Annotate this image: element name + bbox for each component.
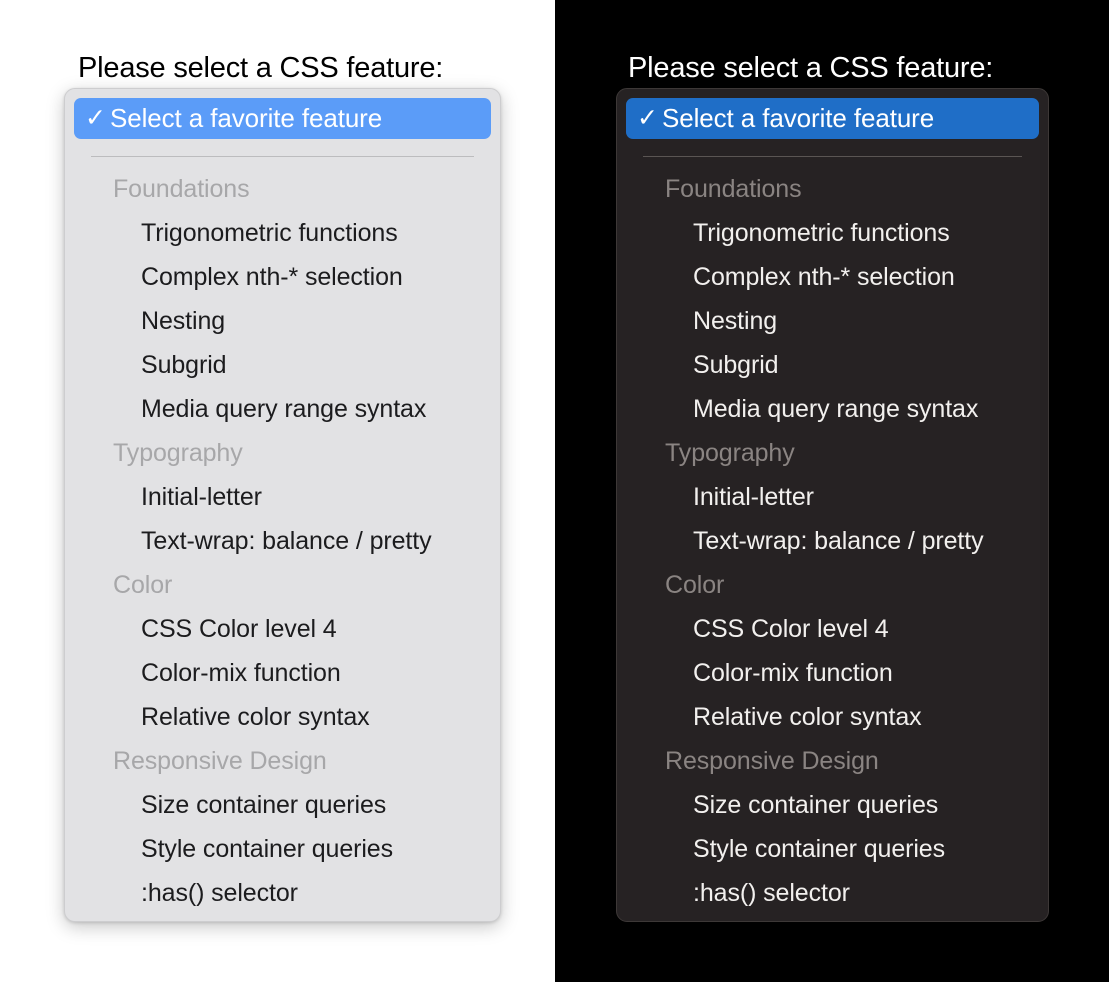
- option-item[interactable]: Color-mix function: [617, 651, 1048, 695]
- option-group-label-foundations: Foundations: [113, 175, 250, 203]
- comparison-stage: Please select a CSS feature: ✓ Select a …: [0, 0, 1109, 982]
- option-group-label-foundations: Foundations: [665, 175, 802, 203]
- dark-theme-pane: Please select a CSS feature: ✓ Select a …: [555, 0, 1109, 982]
- check-icon: ✓: [637, 104, 658, 132]
- option-item[interactable]: Subgrid: [65, 343, 500, 387]
- option-list: Foundations Trigonometric functions Comp…: [65, 167, 500, 921]
- option-item[interactable]: Complex nth-* selection: [617, 255, 1048, 299]
- selected-option-label: Select a favorite feature: [110, 103, 383, 133]
- option-item[interactable]: Size container queries: [617, 783, 1048, 827]
- option-item[interactable]: Size container queries: [65, 783, 500, 827]
- menu-separator: [643, 156, 1022, 157]
- selected-option-row-dark[interactable]: ✓ Select a favorite feature: [626, 98, 1039, 139]
- option-item[interactable]: Relative color syntax: [617, 695, 1048, 739]
- option-group-label-responsive-design: Responsive Design: [665, 747, 879, 775]
- option-item[interactable]: Color-mix function: [65, 651, 500, 695]
- option-item[interactable]: Nesting: [617, 299, 1048, 343]
- option-item[interactable]: :has() selector: [65, 871, 500, 915]
- option-group-label-typography: Typography: [113, 439, 243, 467]
- page-title: Please select a CSS feature:: [78, 52, 444, 84]
- option-item[interactable]: CSS Color level 4: [65, 607, 500, 651]
- option-group-label-color: Color: [665, 571, 725, 599]
- selected-option-label: Select a favorite feature: [662, 103, 935, 133]
- option-item[interactable]: Initial-letter: [65, 475, 500, 519]
- option-item[interactable]: Nesting: [65, 299, 500, 343]
- option-item[interactable]: Style container queries: [617, 827, 1048, 871]
- option-item[interactable]: Media query range syntax: [617, 387, 1048, 431]
- option-list-dark: Foundations Trigonometric functions Comp…: [617, 167, 1048, 921]
- option-item[interactable]: Complex nth-* selection: [65, 255, 500, 299]
- option-item[interactable]: Relative color syntax: [65, 695, 500, 739]
- page-title-dark: Please select a CSS feature:: [628, 52, 994, 84]
- option-item[interactable]: Subgrid: [617, 343, 1048, 387]
- option-group-label-color: Color: [113, 571, 173, 599]
- option-item[interactable]: Trigonometric functions: [617, 211, 1048, 255]
- option-group-label-responsive-design: Responsive Design: [113, 747, 327, 775]
- option-item[interactable]: :has() selector: [617, 871, 1048, 915]
- css-feature-dropdown-light[interactable]: ✓ Select a favorite feature Foundations …: [64, 88, 501, 922]
- option-item[interactable]: Text-wrap: balance / pretty: [65, 519, 500, 563]
- selected-option-row[interactable]: ✓ Select a favorite feature: [74, 98, 491, 139]
- option-item[interactable]: Initial-letter: [617, 475, 1048, 519]
- check-icon: ✓: [85, 104, 106, 132]
- option-group-label-typography: Typography: [665, 439, 795, 467]
- option-item[interactable]: Style container queries: [65, 827, 500, 871]
- menu-separator: [91, 156, 474, 157]
- option-item[interactable]: Media query range syntax: [65, 387, 500, 431]
- light-theme-pane: Please select a CSS feature: ✓ Select a …: [0, 0, 555, 982]
- option-item[interactable]: CSS Color level 4: [617, 607, 1048, 651]
- css-feature-dropdown-dark[interactable]: ✓ Select a favorite feature Foundations …: [616, 88, 1049, 922]
- option-item[interactable]: Trigonometric functions: [65, 211, 500, 255]
- option-item[interactable]: Text-wrap: balance / pretty: [617, 519, 1048, 563]
